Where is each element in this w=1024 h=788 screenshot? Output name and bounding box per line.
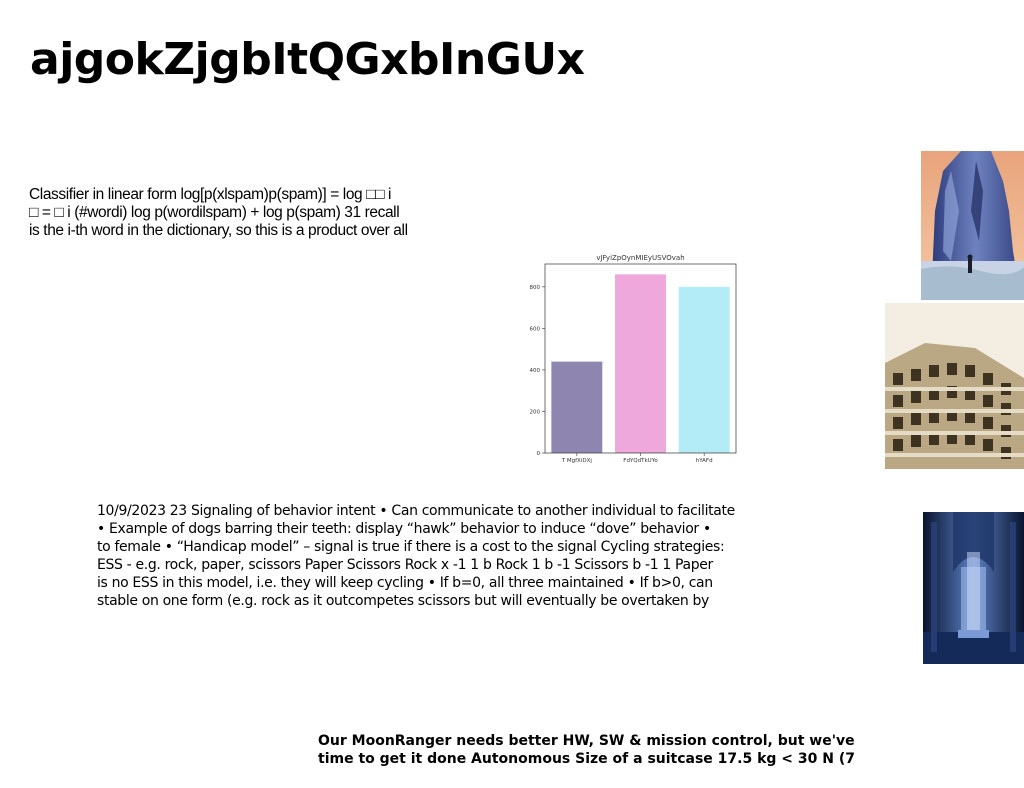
chart-title: vJFyiZpOynMIEyUSVOvah — [596, 254, 684, 262]
signaling-line: ESS - e.g. rock, paper, scissors Paper S… — [97, 557, 713, 573]
signaling-line: is no ESS in this model, i.e. they will … — [97, 575, 713, 591]
classifier-line: □ = □ i (#wordi) log p(wordilspam) + log… — [29, 204, 400, 221]
moonranger-text-block: Our MoonRanger needs better HW, SW & mis… — [318, 732, 878, 768]
y-tick-label: 400 — [530, 368, 541, 374]
cliff-photo — [921, 151, 1024, 300]
y-tick-label: 600 — [530, 326, 541, 332]
bar — [615, 274, 666, 453]
bar — [551, 361, 603, 453]
y-tick-label: 0 — [537, 451, 541, 457]
moonranger-line: time to get it done Autonomous Size of a… — [318, 751, 855, 767]
y-tick-label: 800 — [530, 285, 541, 291]
interior-photo — [923, 512, 1024, 664]
building-photo — [885, 303, 1024, 469]
moonranger-line: Our MoonRanger needs better HW, SW & mis… — [318, 733, 855, 749]
bar-chart: vJFyiZpOynMIEyUSVOvah 0 200 400 600 800 T MgfX… — [530, 254, 737, 464]
x-tick-label: T MgfXiDXj — [561, 458, 593, 464]
y-tick-label: 200 — [530, 409, 541, 415]
bar — [678, 286, 730, 453]
signaling-line: stable on one form (e.g. rock as it outc… — [97, 593, 709, 609]
classifier-text-block: Classifier in linear form log[p(xlspam)p… — [29, 186, 459, 240]
signaling-line: • Example of dogs barring their teeth: d… — [97, 521, 711, 537]
x-tick-label: hYAFd — [696, 458, 713, 464]
signaling-line: to female • “Handicap model” – signal is… — [97, 539, 725, 555]
classifier-line: Classifier in linear form log[p(xlspam)p… — [29, 186, 392, 203]
page-title: ajgokZjgbItQGxbInGUx — [30, 34, 585, 85]
x-tick-label: FdYQdTkUYo — [623, 458, 658, 464]
classifier-line: is the i-th word in the dictionary, so t… — [29, 222, 408, 239]
signaling-line: 10/9/2023 23 Signaling of behavior inten… — [97, 503, 735, 519]
signaling-text-block: 10/9/2023 23 Signaling of behavior inten… — [97, 502, 787, 610]
